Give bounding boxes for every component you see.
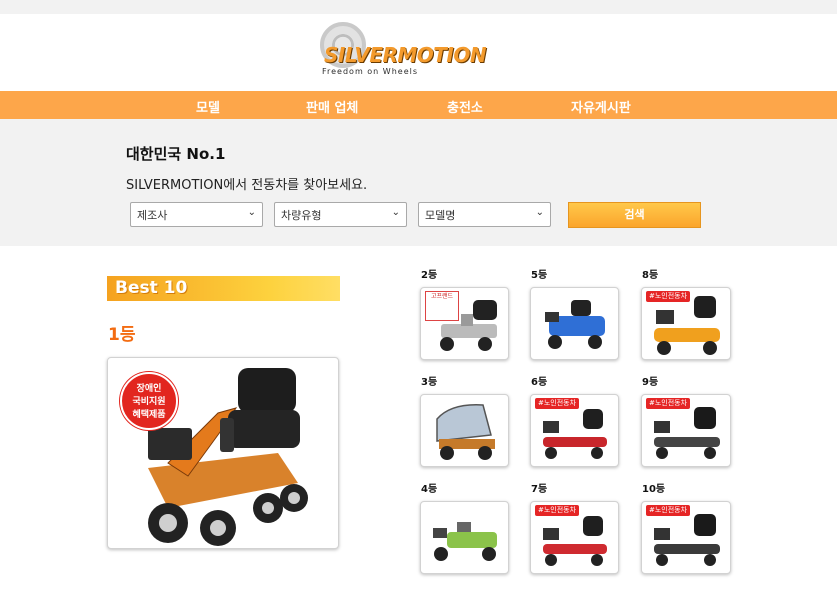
rank-5-label: 5등 xyxy=(531,270,548,281)
manufacturer-select[interactable]: 제조사 ⌄ xyxy=(130,202,263,227)
rank-9-product-card[interactable]: #노인전동차 xyxy=(641,394,731,467)
model-name-select[interactable]: 모델명 ⌄ xyxy=(418,202,551,227)
senior-scooter-tag: #노인전동차 xyxy=(646,291,691,302)
brand-tag-text: 고프랜드 xyxy=(430,293,454,300)
senior-scooter-tag: #노인전동차 xyxy=(646,505,691,516)
rank-5-product-card[interactable] xyxy=(530,287,619,360)
badge-line-2: 국비지원 xyxy=(132,397,166,407)
rank-6-label: 6등 xyxy=(531,377,548,388)
nav-item-charging-stations[interactable]: 충전소 xyxy=(447,97,483,116)
subsidy-badge: 장애인 국비지원 혜택제품 xyxy=(120,372,178,430)
rank-9-label: 9등 xyxy=(642,377,659,388)
rank-4-label: 4등 xyxy=(421,484,438,495)
chevron-down-icon: ⌄ xyxy=(247,207,256,218)
rank-1-product-card[interactable]: 장애인 국비지원 혜택제품 xyxy=(107,357,339,549)
rank-4-product-card[interactable] xyxy=(420,501,509,574)
nav-item-free-board[interactable]: 자유게시판 xyxy=(571,97,631,116)
rank-7-label: 7등 xyxy=(531,484,548,495)
search-panel: 대한민국 No.1 SILVERMOTION에서 전동차를 찾아보세요. 제조사… xyxy=(0,119,837,246)
logo-brand-text: SILVERMOTION xyxy=(324,43,487,67)
rank-2-label: 2등 xyxy=(421,270,438,281)
top-strip xyxy=(0,0,837,14)
rank-8-product-card[interactable]: #노인전동차 xyxy=(641,287,731,360)
chevron-down-icon: ⌄ xyxy=(391,207,400,218)
rank-3-product-card[interactable] xyxy=(420,394,509,467)
site-logo[interactable]: SILVERMOTION Freedom on Wheels xyxy=(320,20,530,78)
brand-tag: 고프랜드 xyxy=(425,291,459,321)
rank-3-label: 3등 xyxy=(421,377,438,388)
model-name-select-value: 모델명 xyxy=(425,209,456,222)
vehicle-type-select-value: 차량유형 xyxy=(281,209,322,222)
header: SILVERMOTION Freedom on Wheels xyxy=(0,14,837,91)
main-nav: 모델 판매 업체 충전소 자유게시판 xyxy=(0,91,837,119)
rank-10-label: 10등 xyxy=(642,484,666,495)
senior-scooter-tag: #노인전동차 xyxy=(535,398,580,409)
scooter-image xyxy=(433,522,497,561)
nav-item-dealers[interactable]: 판매 업체 xyxy=(306,97,358,116)
rank-10-product-card[interactable]: #노인전동차 xyxy=(641,501,731,574)
rank-6-product-card[interactable]: #노인전동차 xyxy=(530,394,619,467)
rank-7-product-card[interactable]: #노인전동차 xyxy=(530,501,619,574)
badge-line-1: 장애인 xyxy=(136,384,162,394)
best-10-banner: Best 10 xyxy=(107,276,340,301)
senior-scooter-tag: #노인전동차 xyxy=(535,505,580,516)
vehicle-type-select[interactable]: 차량유형 ⌄ xyxy=(274,202,407,227)
logo-tagline: Freedom on Wheels xyxy=(322,67,419,76)
scooter-image xyxy=(436,404,495,460)
search-subline: SILVERMOTION에서 전동차를 찾아보세요. xyxy=(126,178,368,193)
search-button[interactable]: 검색 xyxy=(568,202,701,228)
rank-1-label: 1등 xyxy=(108,325,136,345)
badge-line-3: 혜택제품 xyxy=(132,410,166,420)
chevron-down-icon: ⌄ xyxy=(535,207,544,218)
rank-8-label: 8등 xyxy=(642,270,659,281)
best-10-title: Best 10 xyxy=(115,278,188,298)
nav-item-models[interactable]: 모델 xyxy=(196,97,220,116)
search-headline: 대한민국 No.1 xyxy=(126,145,226,163)
manufacturer-select-value: 제조사 xyxy=(137,209,168,222)
senior-scooter-tag: #노인전동차 xyxy=(646,398,691,409)
scooter-image xyxy=(545,300,605,349)
rank-2-product-card[interactable]: 고프랜드 xyxy=(420,287,509,360)
